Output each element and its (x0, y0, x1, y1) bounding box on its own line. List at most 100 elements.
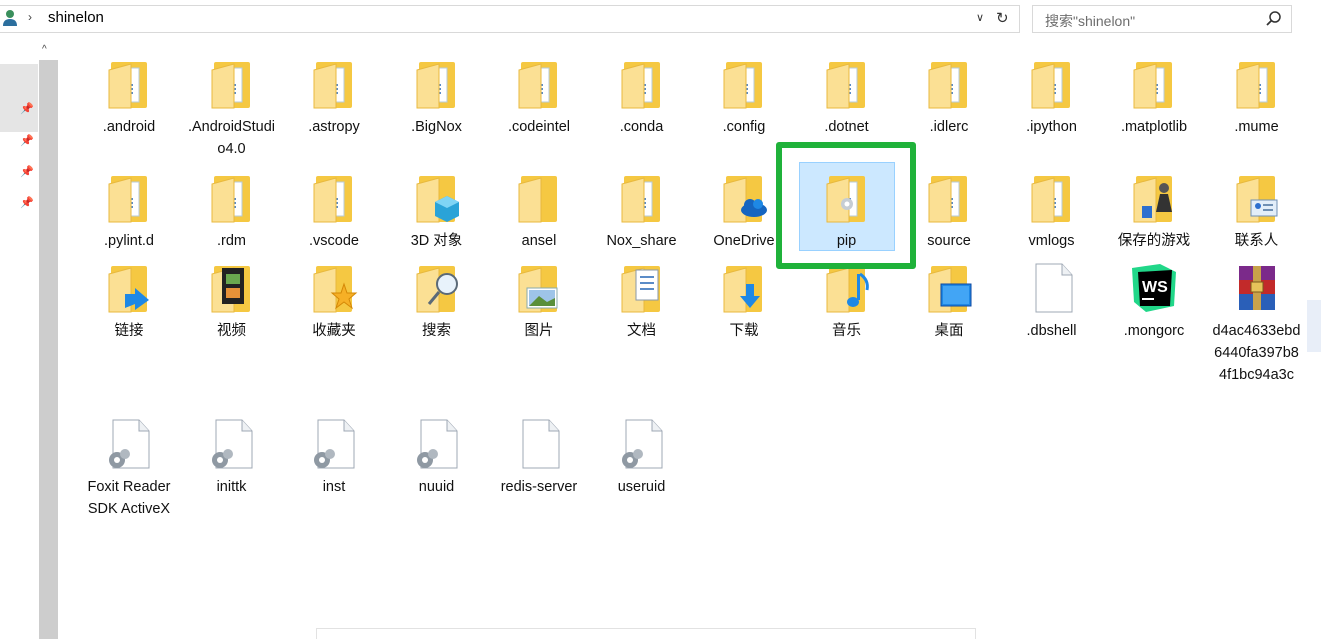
file-item[interactable]: inittk (186, 418, 278, 498)
folder-doc-icon (310, 172, 358, 224)
folder-download-icon (720, 262, 768, 314)
scrollbar-thumb[interactable] (39, 60, 58, 639)
file-item[interactable]: inst (288, 418, 380, 498)
file-item[interactable]: ansel (493, 172, 585, 252)
search-input[interactable]: 搜索"shinelon" (1032, 5, 1292, 33)
folder-desktop-icon (925, 262, 973, 314)
file-item[interactable]: Nox_share (596, 172, 688, 252)
file-item-label: 桌面 (934, 323, 964, 339)
file-item[interactable]: source (903, 172, 995, 252)
file-item-label: .mume (1234, 119, 1279, 135)
user-folder-icon (3, 10, 17, 26)
navigation-pane: 📌 📌 📌 📌 (0, 38, 38, 639)
pin-icon[interactable]: 📌 (20, 134, 34, 148)
file-item[interactable]: .conda (596, 58, 688, 138)
file-item[interactable]: useruid (596, 418, 688, 498)
file-item[interactable]: redis-server (493, 418, 585, 498)
file-item[interactable]: 收藏夹 (288, 262, 380, 342)
file-item[interactable]: .idlerc (903, 58, 995, 138)
file-item-label: 搜索 (422, 323, 451, 339)
file-item[interactable]: .mume (1211, 58, 1303, 138)
file-item[interactable]: vmlogs (1006, 172, 1098, 252)
file-item[interactable]: WS .mongorc (1108, 262, 1200, 342)
folder-3d-icon (413, 172, 461, 224)
file-item-label: nuuid (418, 479, 455, 495)
file-item[interactable]: 保存的游戏 (1108, 172, 1200, 252)
file-item[interactable]: .vscode (288, 172, 380, 252)
file-item[interactable]: d4ac4633ebd6440fa397b84f1bc94a3c (1211, 262, 1303, 386)
folder-doc-icon (208, 58, 256, 110)
folder-doc-icon (105, 172, 153, 224)
file-item[interactable]: .matplotlib (1108, 58, 1200, 138)
file-item-label: redis-server (500, 479, 578, 495)
file-item[interactable]: 链接 (83, 262, 175, 342)
folder-icon (515, 172, 563, 224)
file-item[interactable]: .pylint.d (83, 172, 175, 252)
file-item[interactable]: .astropy (288, 58, 380, 138)
file-icon (515, 418, 563, 470)
nav-selected-item[interactable] (0, 64, 38, 132)
file-item-label: .BigNox (411, 119, 462, 135)
folder-doc-icon (105, 58, 153, 110)
folder-doc-icon (1130, 58, 1178, 110)
folder-star-icon (310, 262, 358, 314)
file-gear-icon (105, 418, 153, 470)
folder-doc-icon (310, 58, 358, 110)
file-item[interactable]: 联系人 (1211, 172, 1303, 252)
file-item[interactable]: 图片 (493, 262, 585, 342)
file-grid: .android .AndroidStudio4.0 .astropy .Big… (60, 40, 1310, 630)
file-item[interactable]: .codeintel (493, 58, 585, 138)
file-item[interactable]: Foxit Reader SDK ActiveX (83, 418, 175, 520)
folder-doc-icon (413, 58, 461, 110)
file-item-label: Nox_share (606, 233, 677, 249)
file-item-label: .vscode (309, 233, 359, 249)
file-item[interactable]: 文档 (596, 262, 688, 342)
file-item-label: .dbshell (1026, 323, 1077, 339)
file-item[interactable]: .rdm (186, 172, 278, 252)
pin-icon[interactable]: 📌 (20, 196, 34, 210)
file-item[interactable]: 搜索 (391, 262, 483, 342)
address-bar: › shinelon ∨ ↻ 搜索"shinelon" (0, 0, 1321, 38)
file-item[interactable]: .android (83, 58, 175, 138)
address-field[interactable] (0, 5, 1020, 33)
right-edge-panel (1307, 300, 1321, 352)
file-item-label: inittk (216, 479, 247, 495)
file-item-label: 下载 (729, 323, 759, 339)
folder-doc-icon (1028, 58, 1076, 110)
file-item[interactable]: .ipython (1006, 58, 1098, 138)
file-item[interactable]: .dbshell (1006, 262, 1098, 342)
folder-contact-icon (1233, 172, 1281, 224)
folder-cloud-icon (720, 172, 768, 224)
scroll-up-icon[interactable]: ^ (42, 44, 47, 55)
refresh-icon[interactable]: ↻ (996, 9, 1009, 27)
nav-scrollbar[interactable]: ^ (38, 42, 59, 639)
file-item[interactable]: .dotnet (801, 58, 893, 138)
file-gear-icon (208, 418, 256, 470)
file-item-label: inst (322, 479, 346, 495)
file-item-label: 保存的游戏 (1117, 233, 1191, 249)
file-gear-icon (310, 418, 358, 470)
file-item-label: 3D 对象 (410, 233, 463, 249)
file-item[interactable]: 视频 (186, 262, 278, 342)
file-item-label: .codeintel (507, 119, 571, 135)
file-item[interactable]: .config (698, 58, 790, 138)
file-item-label: ansel (521, 233, 557, 249)
file-item[interactable]: .AndroidStudio4.0 (186, 58, 278, 160)
file-item-label: vmlogs (1028, 233, 1075, 249)
breadcrumb-shinelon[interactable]: shinelon (48, 9, 104, 26)
file-item-label: d4ac4633ebd6440fa397b84f1bc94a3c (1212, 323, 1301, 383)
file-item[interactable]: 桌面 (903, 262, 995, 342)
breadcrumb-separator-icon[interactable]: › (28, 10, 32, 24)
file-item[interactable]: 下载 (698, 262, 790, 342)
file-item[interactable]: .BigNox (391, 58, 483, 138)
file-item[interactable]: nuuid (391, 418, 483, 498)
folder-doc-icon (720, 58, 768, 110)
pin-icon[interactable]: 📌 (20, 165, 34, 179)
search-icon[interactable] (1265, 10, 1283, 28)
file-item[interactable]: 音乐 (801, 262, 893, 342)
folder-video-icon (208, 262, 256, 314)
folder-doc-icon (925, 58, 973, 110)
address-dropdown-icon[interactable]: ∨ (976, 11, 984, 24)
pin-icon[interactable]: 📌 (20, 102, 34, 116)
file-item[interactable]: 3D 对象 (391, 172, 483, 252)
